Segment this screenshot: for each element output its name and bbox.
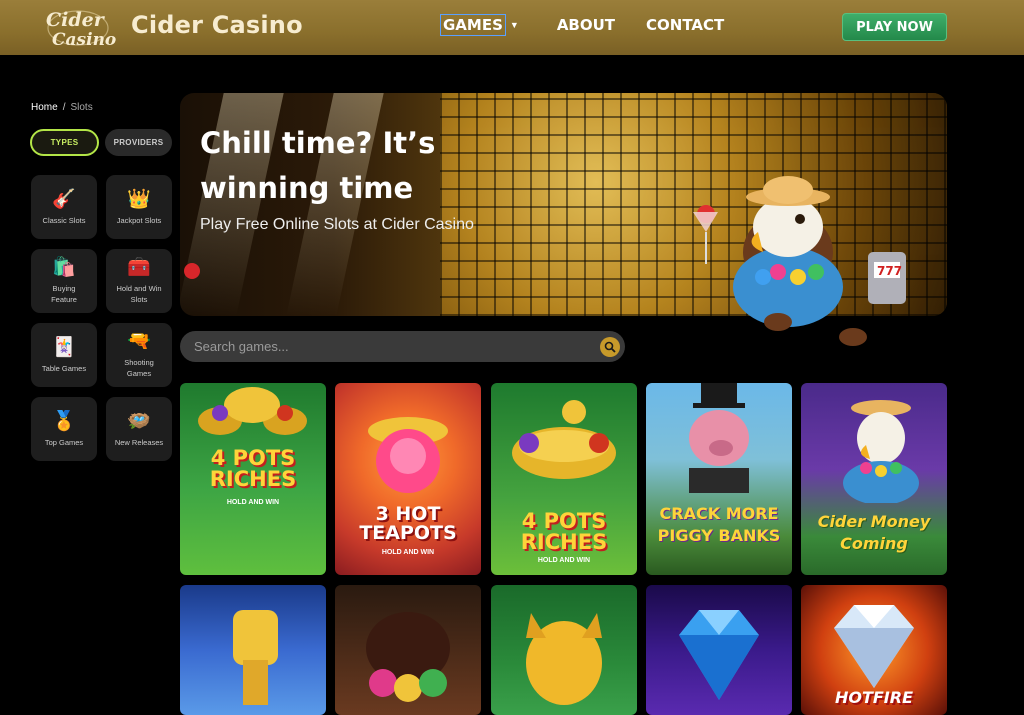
category-label: Classic Slots <box>42 215 86 225</box>
filter-types[interactable]: TYPES <box>30 129 99 156</box>
game-tile-4-pots-riches[interactable]: 4 POTS RICHES HOLD AND WIN <box>180 383 326 575</box>
category-buying-feature[interactable]: 🛍️ Buying Feature <box>31 249 97 313</box>
svg-text:Cider: Cider <box>46 9 106 31</box>
play-now-button[interactable]: PLAY NOW <box>842 13 947 41</box>
game-subtitle: HOLD AND WIN <box>537 557 591 564</box>
filter-providers[interactable]: PROVIDERS <box>105 129 172 156</box>
main-nav: GAMES ▼ ABOUT CONTACT <box>440 14 755 36</box>
pig-character-illustration <box>689 383 749 493</box>
game-tile-hotfire[interactable]: HOTFIRE <box>801 585 947 715</box>
blue-diamond-illustration <box>679 610 759 700</box>
golden-pig-illustration <box>526 613 602 705</box>
category-label: Top Games <box>44 437 84 447</box>
hero-headline: Chill time? It’s winning time <box>200 126 436 205</box>
nav-contact[interactable]: CONTACT <box>646 16 724 34</box>
breadcrumb-current: Slots <box>70 102 93 113</box>
category-hold-and-win[interactable]: 🧰 Hold and Win Slots <box>106 249 172 313</box>
white-diamond-illustration <box>834 605 914 688</box>
category-jackpot-slots[interactable]: 👑 Jackpot Slots <box>106 175 172 239</box>
category-classic-slots[interactable]: 🎸 Classic Slots <box>31 175 97 239</box>
category-top-games[interactable]: 🏅 Top Games <box>31 397 97 461</box>
category-label: Shooting Games <box>124 358 154 378</box>
game-search-bar <box>180 331 625 362</box>
guitar-icon: 🎸 <box>52 188 76 210</box>
svg-text:Casino: Casino <box>52 30 116 50</box>
treasure-chest-icon: 🧰 <box>127 257 151 278</box>
game-tile[interactable] <box>646 585 792 715</box>
category-label: Hold and Win Slots <box>116 284 162 304</box>
game-tile[interactable] <box>180 585 326 715</box>
nav-games[interactable]: GAMES <box>440 14 506 36</box>
teapot-illustration <box>368 417 448 493</box>
shopping-bags-icon: 🛍️ <box>52 257 76 278</box>
gold-pots-illustration <box>198 387 307 435</box>
brand-name[interactable]: Cider Casino <box>131 11 303 39</box>
game-title: CRACK MORE PIGGY BANKS <box>657 504 781 545</box>
slot-lever <box>184 263 200 279</box>
game-tile-3-hot-teapots[interactable]: 3 HOT TEAPOTS HOLD AND WIN <box>335 383 481 575</box>
nav-about[interactable]: ABOUT <box>557 16 615 34</box>
category-label: New Releases <box>114 437 164 447</box>
game-title: 4 POTS RICHES <box>520 509 608 554</box>
svg-text:777: 777 <box>877 264 902 278</box>
eagle-character-illustration <box>843 400 919 503</box>
category-table-games[interactable]: 🃏 Table Games <box>31 323 97 387</box>
playing-cards-icon: 🃏 <box>52 336 76 358</box>
game-subtitle: HOLD AND WIN <box>381 549 435 556</box>
teapot-illustration <box>366 612 450 702</box>
game-title: HOTFIRE <box>834 688 914 707</box>
gold-pot-illustration <box>512 400 616 479</box>
category-label: Table Games <box>41 363 87 373</box>
category-label: Jackpot Slots <box>116 215 162 225</box>
category-shooting-games[interactable]: 🔫 Shooting Games <box>106 323 172 387</box>
chevron-down-icon[interactable]: ▼ <box>510 20 519 30</box>
game-title: Cider Money Coming <box>817 512 931 553</box>
crown-icon: 👑 <box>127 188 151 210</box>
medal-icon: 🏅 <box>52 410 76 432</box>
golden-fist-illustration <box>233 610 278 705</box>
breadcrumb-home[interactable]: Home <box>31 102 58 113</box>
game-tile-crack-more-piggy-banks[interactable]: CRACK MORE PIGGY BANKS <box>646 383 792 575</box>
eagle-mascot-illustration: 777 <box>693 176 906 346</box>
blaster-icon: 🔫 <box>127 331 151 352</box>
nest-eggs-icon: 🪺 <box>127 410 151 432</box>
cider-casino-logo[interactable]: Cider Casino <box>38 5 118 51</box>
breadcrumb-separator: / <box>62 102 66 113</box>
site-header: Cider Casino Cider Casino GAMES ▼ ABOUT … <box>0 0 1024 55</box>
game-title: 3 HOT TEAPOTS <box>359 503 457 544</box>
game-title: 4 POTS RICHES <box>209 446 297 491</box>
search-input[interactable] <box>194 336 574 356</box>
category-label: Buying Feature <box>51 284 77 304</box>
search-icon[interactable] <box>600 337 620 357</box>
game-tile[interactable] <box>335 585 481 715</box>
game-tile[interactable] <box>491 585 637 715</box>
game-subtitle: HOLD AND WIN <box>226 499 280 506</box>
breadcrumb: Home / Slots <box>31 102 93 113</box>
game-tile-4-pots-riches-2[interactable]: 4 POTS RICHES HOLD AND WIN <box>491 383 637 575</box>
category-new-releases[interactable]: 🪺 New Releases <box>106 397 172 461</box>
game-tile-cider-money-coming[interactable]: Cider Money Coming <box>801 383 947 575</box>
hero-subheadline: Play Free Online Slots at Cider Casino <box>200 216 474 233</box>
